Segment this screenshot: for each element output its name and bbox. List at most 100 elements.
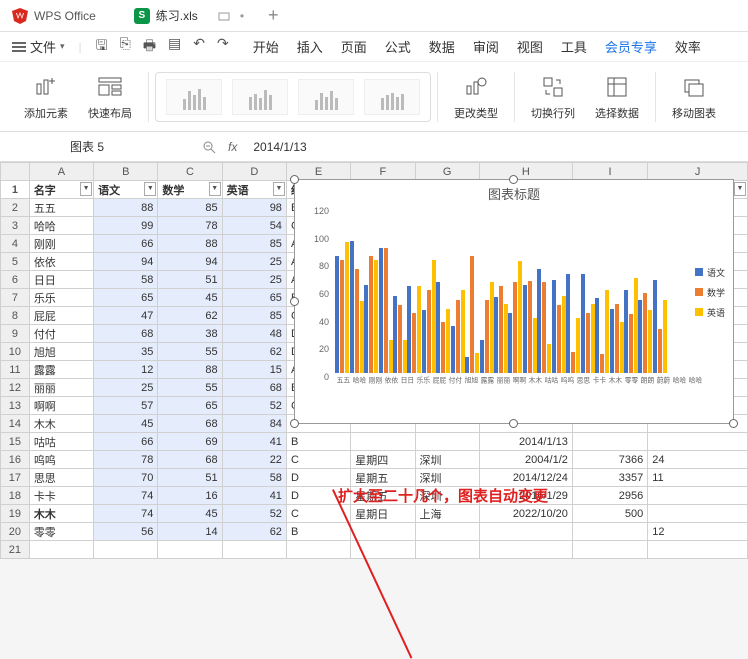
save-icon[interactable]: 🖫 (96, 35, 108, 59)
cell[interactable] (648, 433, 748, 451)
cell[interactable]: 思思 (29, 469, 93, 487)
resize-handle[interactable] (290, 297, 299, 306)
cell[interactable]: 啊啊 (29, 397, 93, 415)
cell[interactable]: 35 (94, 343, 158, 361)
select-data-button[interactable]: 选择数据 (585, 66, 649, 128)
cell[interactable]: 88 (94, 199, 158, 217)
window-icon[interactable] (218, 10, 230, 22)
col-header-I[interactable]: I (572, 163, 647, 181)
select-all-corner[interactable] (1, 163, 30, 181)
row-header[interactable]: 12 (1, 379, 30, 397)
cell[interactable] (415, 433, 479, 451)
cell[interactable]: 70 (94, 469, 158, 487)
col-header-A[interactable]: A (29, 163, 93, 181)
cell[interactable]: 74 (94, 505, 158, 523)
cell[interactable]: 48 (222, 325, 286, 343)
cell[interactable]: 51 (158, 271, 222, 289)
resize-handle[interactable] (290, 175, 299, 184)
cell[interactable]: 呜呜 (29, 451, 93, 469)
menu-tab-5[interactable]: 审阅 (473, 37, 499, 56)
cell[interactable]: 78 (94, 451, 158, 469)
menu-tab-0[interactable]: 开始 (253, 37, 279, 56)
row-header[interactable]: 16 (1, 451, 30, 469)
col-header-G[interactable]: G (415, 163, 479, 181)
chart-style-presets[interactable] (155, 72, 431, 122)
cell[interactable]: 五五 (29, 199, 93, 217)
cell[interactable]: 54 (222, 217, 286, 235)
cell[interactable]: 84 (222, 415, 286, 433)
cell[interactable]: 11 (648, 469, 748, 487)
cell[interactable]: 12 (94, 361, 158, 379)
cell[interactable]: 52 (222, 505, 286, 523)
resize-handle[interactable] (729, 419, 738, 428)
row-header[interactable]: 4 (1, 235, 30, 253)
header-cell[interactable]: 语文▼ (94, 181, 158, 199)
preview-icon[interactable]: ▤ (168, 35, 181, 59)
header-cell[interactable]: 英语▼ (222, 181, 286, 199)
cell[interactable]: 旭旭 (29, 343, 93, 361)
row-header[interactable]: 1 (1, 181, 30, 199)
cell[interactable]: 2004/1/2 (479, 451, 572, 469)
cell[interactable]: 深圳 (415, 451, 479, 469)
cell[interactable]: 15 (222, 361, 286, 379)
chart-legend[interactable]: 语文数学英语 (695, 260, 725, 324)
cell[interactable] (351, 523, 415, 541)
cell[interactable]: 木木 (29, 415, 93, 433)
cell[interactable] (415, 523, 479, 541)
new-tab-button[interactable]: + (268, 5, 279, 26)
cell[interactable]: 94 (94, 253, 158, 271)
row-header[interactable]: 20 (1, 523, 30, 541)
filter-button[interactable]: ▼ (80, 182, 92, 196)
cell[interactable]: 85 (222, 307, 286, 325)
cell[interactable]: 62 (222, 343, 286, 361)
menu-tab-1[interactable]: 插入 (297, 37, 323, 56)
cell[interactable]: 47 (94, 307, 158, 325)
cell[interactable]: 咕咕 (29, 433, 93, 451)
cell[interactable]: 85 (158, 199, 222, 217)
cell[interactable]: 12 (648, 523, 748, 541)
preset-3[interactable] (298, 79, 354, 115)
cell[interactable]: 58 (94, 271, 158, 289)
col-header-H[interactable]: H (479, 163, 572, 181)
header-cell[interactable]: 数学▼ (158, 181, 222, 199)
cell[interactable]: 深圳 (415, 469, 479, 487)
resize-handle[interactable] (509, 419, 518, 428)
file-menu[interactable]: 文件 ▾ (12, 37, 65, 56)
switch-rowcol-button[interactable]: 切换行列 (521, 66, 585, 128)
cell[interactable]: 55 (158, 343, 222, 361)
cell[interactable]: 52 (222, 397, 286, 415)
row-header[interactable]: 8 (1, 307, 30, 325)
cell[interactable]: 乐乐 (29, 289, 93, 307)
cell[interactable]: 58 (222, 469, 286, 487)
cell[interactable]: 500 (572, 505, 647, 523)
col-header-C[interactable]: C (158, 163, 222, 181)
cell[interactable]: 85 (222, 235, 286, 253)
cell[interactable]: 卡卡 (29, 487, 93, 505)
preset-2[interactable] (232, 79, 288, 115)
cell[interactable]: 14 (158, 523, 222, 541)
chart-title[interactable]: 图表标题 (295, 180, 733, 207)
row-header[interactable]: 19 (1, 505, 30, 523)
cell[interactable]: B (286, 433, 350, 451)
cell[interactable]: 25 (94, 379, 158, 397)
cell[interactable]: 丽丽 (29, 379, 93, 397)
cell[interactable]: 依依 (29, 253, 93, 271)
cell[interactable]: C (286, 451, 350, 469)
redo-icon[interactable]: ↷ (217, 35, 229, 59)
menu-tab-6[interactable]: 视图 (517, 37, 543, 56)
cell[interactable]: 69 (158, 433, 222, 451)
filter-button[interactable]: ▼ (734, 182, 746, 196)
name-box[interactable]: 图表 5 (62, 136, 172, 157)
resize-handle[interactable] (290, 419, 299, 428)
move-chart-button[interactable]: 移动图表 (662, 66, 726, 128)
menu-tab-2[interactable]: 页面 (341, 37, 367, 56)
cell[interactable]: 65 (222, 289, 286, 307)
cell[interactable]: 上海 (415, 505, 479, 523)
cell[interactable]: 星期日 (351, 505, 415, 523)
cell[interactable]: 刚刚 (29, 235, 93, 253)
cell[interactable]: 哈哈 (29, 217, 93, 235)
cell[interactable]: 74 (94, 487, 158, 505)
cell[interactable]: 68 (94, 325, 158, 343)
col-header-B[interactable]: B (94, 163, 158, 181)
cell[interactable]: 25 (222, 253, 286, 271)
